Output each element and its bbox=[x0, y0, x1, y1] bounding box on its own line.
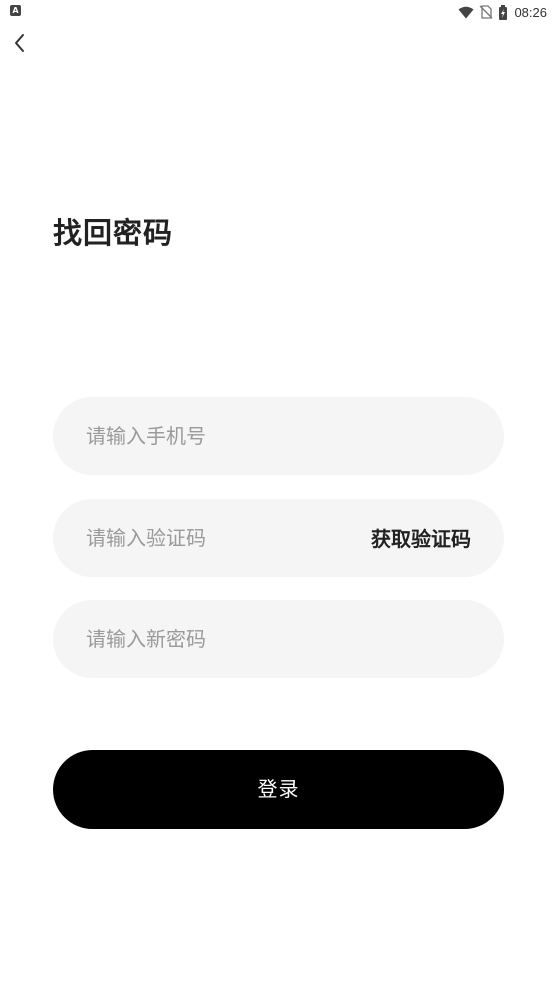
login-button[interactable]: 登录 bbox=[53, 750, 504, 829]
phone-field[interactable] bbox=[53, 397, 504, 475]
status-icons: 08:26 bbox=[458, 3, 547, 21]
back-button[interactable] bbox=[8, 30, 34, 56]
chevron-left-icon bbox=[15, 34, 24, 52]
new-password-input[interactable] bbox=[86, 600, 336, 678]
battery-charging-icon bbox=[499, 4, 508, 20]
verification-code-input[interactable] bbox=[86, 499, 336, 577]
notification-a-icon: A bbox=[10, 5, 21, 16]
status-bar: A 08:26 bbox=[0, 0, 555, 24]
verification-code-field[interactable]: 获取验证码 bbox=[53, 499, 504, 577]
new-password-field[interactable] bbox=[53, 600, 504, 678]
page-title: 找回密码 bbox=[53, 216, 174, 250]
status-time: 08:26 bbox=[514, 4, 547, 20]
phone-input[interactable] bbox=[86, 397, 336, 475]
get-code-button[interactable]: 获取验证码 bbox=[371, 499, 471, 577]
wifi-icon bbox=[458, 6, 474, 18]
no-sim-icon bbox=[479, 5, 493, 19]
